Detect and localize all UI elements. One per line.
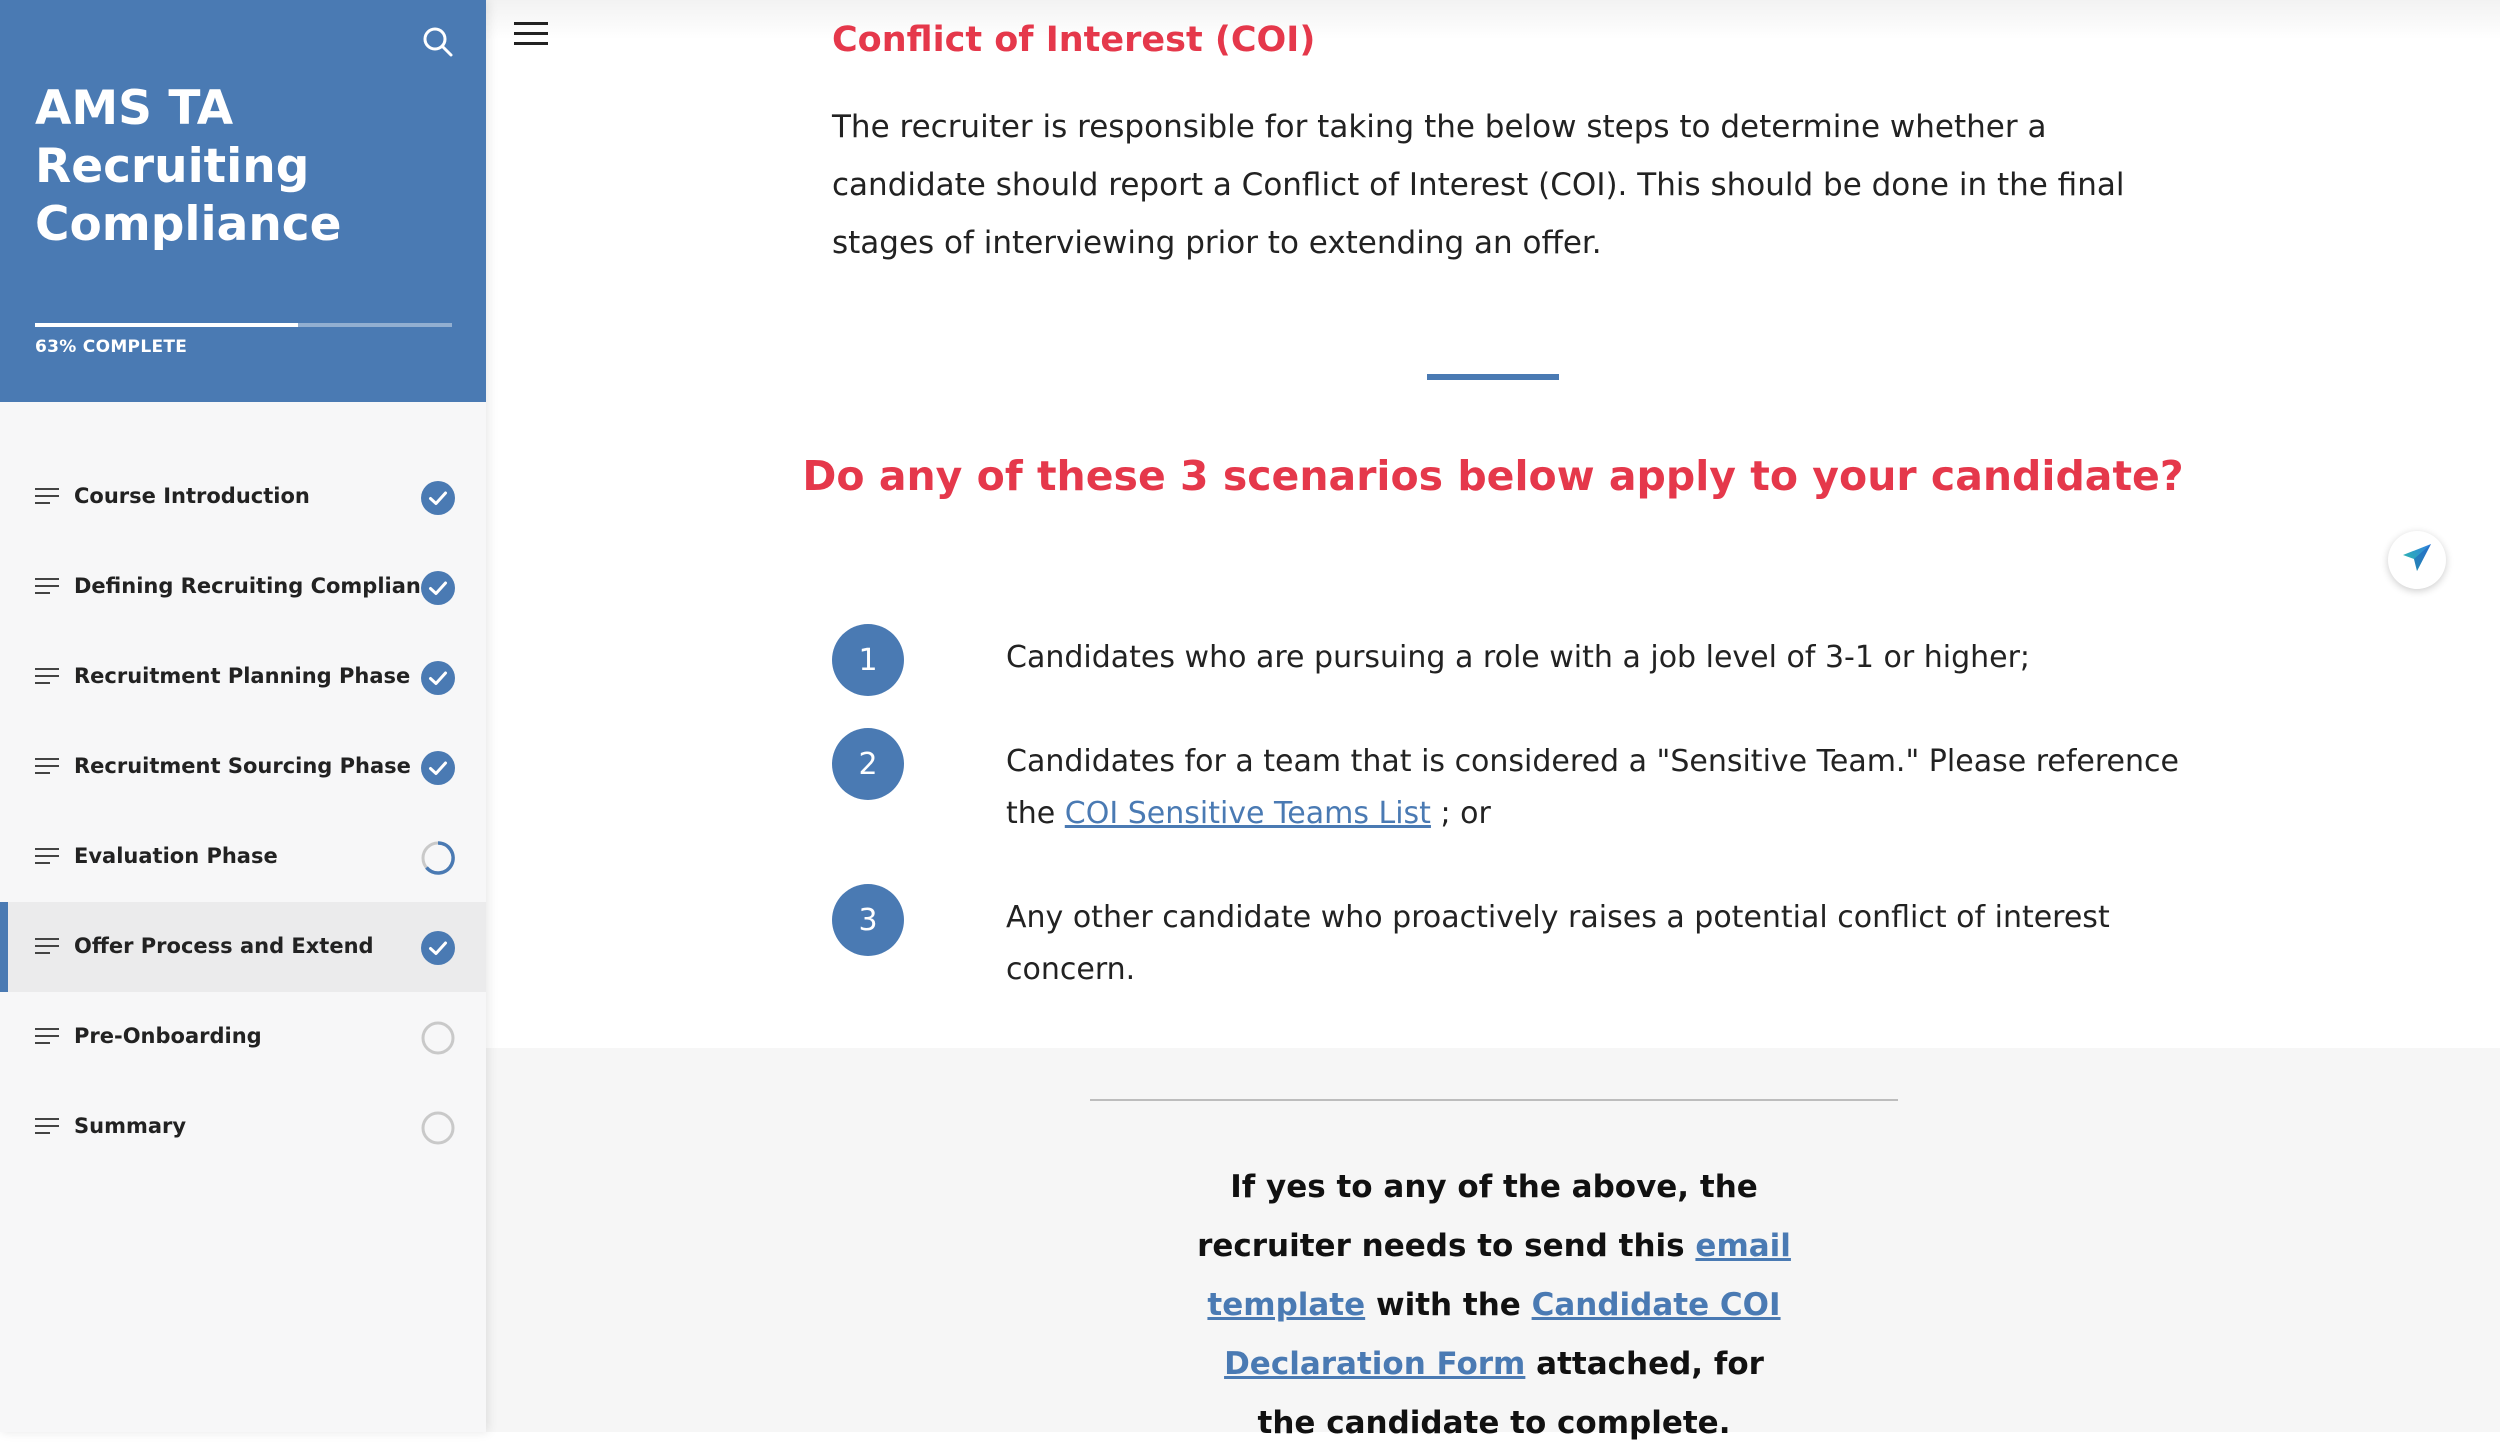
- partial-progress-icon: [420, 840, 456, 876]
- lesson-label: Evaluation Phase: [74, 844, 278, 868]
- course-sidebar: AMS TA Recruiting Compliance 63% COMPLET…: [0, 0, 486, 1432]
- sidebar-header: AMS TA Recruiting Compliance 63% COMPLET…: [0, 0, 486, 402]
- lesson-course-introduction[interactable]: Course Introduction: [0, 452, 486, 542]
- lesson-label: Summary: [74, 1114, 187, 1138]
- top-shadow: [486, 0, 2500, 40]
- send-feedback-button[interactable]: [2388, 531, 2446, 589]
- intro-paragraph: The recruiter is responsible for taking …: [832, 109, 2125, 261]
- scenario-question: Do any of these 3 scenarios below apply …: [802, 452, 2184, 500]
- lesson-lines-icon: [35, 936, 61, 958]
- lesson-evaluation-phase[interactable]: Evaluation Phase: [0, 812, 486, 902]
- scenario-text-1: Candidates who are pursuing a role with …: [1006, 640, 2031, 675]
- lesson-pre-onboarding[interactable]: Pre-Onboarding: [0, 992, 486, 1082]
- section-heading: Conflict of Interest (COI): [832, 20, 1316, 60]
- course-progress-bar: [35, 323, 452, 327]
- section-divider: [1427, 374, 1559, 380]
- check-circle-icon: [420, 930, 456, 966]
- scenario-text-3: Any other candidate who proactively rais…: [1006, 900, 2110, 987]
- course-progress-label: 63% COMPLETE: [35, 337, 188, 357]
- lesson-recruitment-sourcing-phase[interactable]: Recruitment Sourcing Phase: [0, 722, 486, 812]
- course-progress-fill: [35, 323, 298, 327]
- lesson-label: Defining Recruiting Compliance: [74, 574, 448, 598]
- callout-part2: with the: [1365, 1287, 1532, 1323]
- scenario-number-3: 3: [832, 884, 904, 956]
- empty-circle-icon: [420, 1020, 456, 1056]
- check-circle-icon: [420, 570, 456, 606]
- lesson-lines-icon: [35, 1026, 61, 1048]
- lesson-offer-process-and-extend[interactable]: Offer Process and Extend: [0, 902, 486, 992]
- paper-plane-icon: [2400, 541, 2434, 580]
- lesson-defining-recruiting-compliance[interactable]: Defining Recruiting Compliance: [0, 542, 486, 632]
- check-circle-icon: [420, 750, 456, 786]
- empty-circle-icon: [420, 1110, 456, 1146]
- lesson-label: Pre-Onboarding: [74, 1024, 262, 1048]
- callout-text: If yes to any of the above, the recruite…: [1190, 1158, 1798, 1453]
- scenario-number-1: 1: [832, 624, 904, 696]
- lesson-lines-icon: [35, 576, 61, 598]
- hamburger-menu-icon[interactable]: [512, 20, 552, 50]
- lesson-lines-icon: [35, 666, 61, 688]
- lesson-list: Course Introduction Defining Recruiting …: [0, 452, 486, 1172]
- lesson-label: Offer Process and Extend: [74, 934, 374, 958]
- lesson-recruitment-planning-phase[interactable]: Recruitment Planning Phase: [0, 632, 486, 722]
- lesson-summary[interactable]: Summary: [0, 1082, 486, 1172]
- lesson-lines-icon: [35, 756, 61, 778]
- scenario-text-2: Candidates for a team that is considered…: [1006, 736, 2186, 840]
- callout-divider: [1090, 1099, 1898, 1101]
- lesson-label: Recruitment Planning Phase: [74, 664, 411, 688]
- coi-sensitive-teams-link[interactable]: COI Sensitive Teams List: [1065, 796, 1431, 831]
- lesson-label: Course Introduction: [74, 484, 310, 508]
- lesson-label: Recruitment Sourcing Phase: [74, 754, 411, 778]
- check-circle-icon: [420, 660, 456, 696]
- callout-part1: If yes to any of the above, the recruite…: [1197, 1169, 1758, 1264]
- scenario-number-2: 2: [832, 728, 904, 800]
- check-circle-icon: [420, 480, 456, 516]
- lesson-lines-icon: [35, 486, 61, 508]
- course-title: AMS TA Recruiting Compliance: [35, 81, 342, 252]
- scenario-text-2-part2: ; or: [1430, 796, 1491, 831]
- lesson-lines-icon: [35, 846, 61, 868]
- search-icon[interactable]: [418, 22, 458, 62]
- lesson-lines-icon: [35, 1116, 61, 1138]
